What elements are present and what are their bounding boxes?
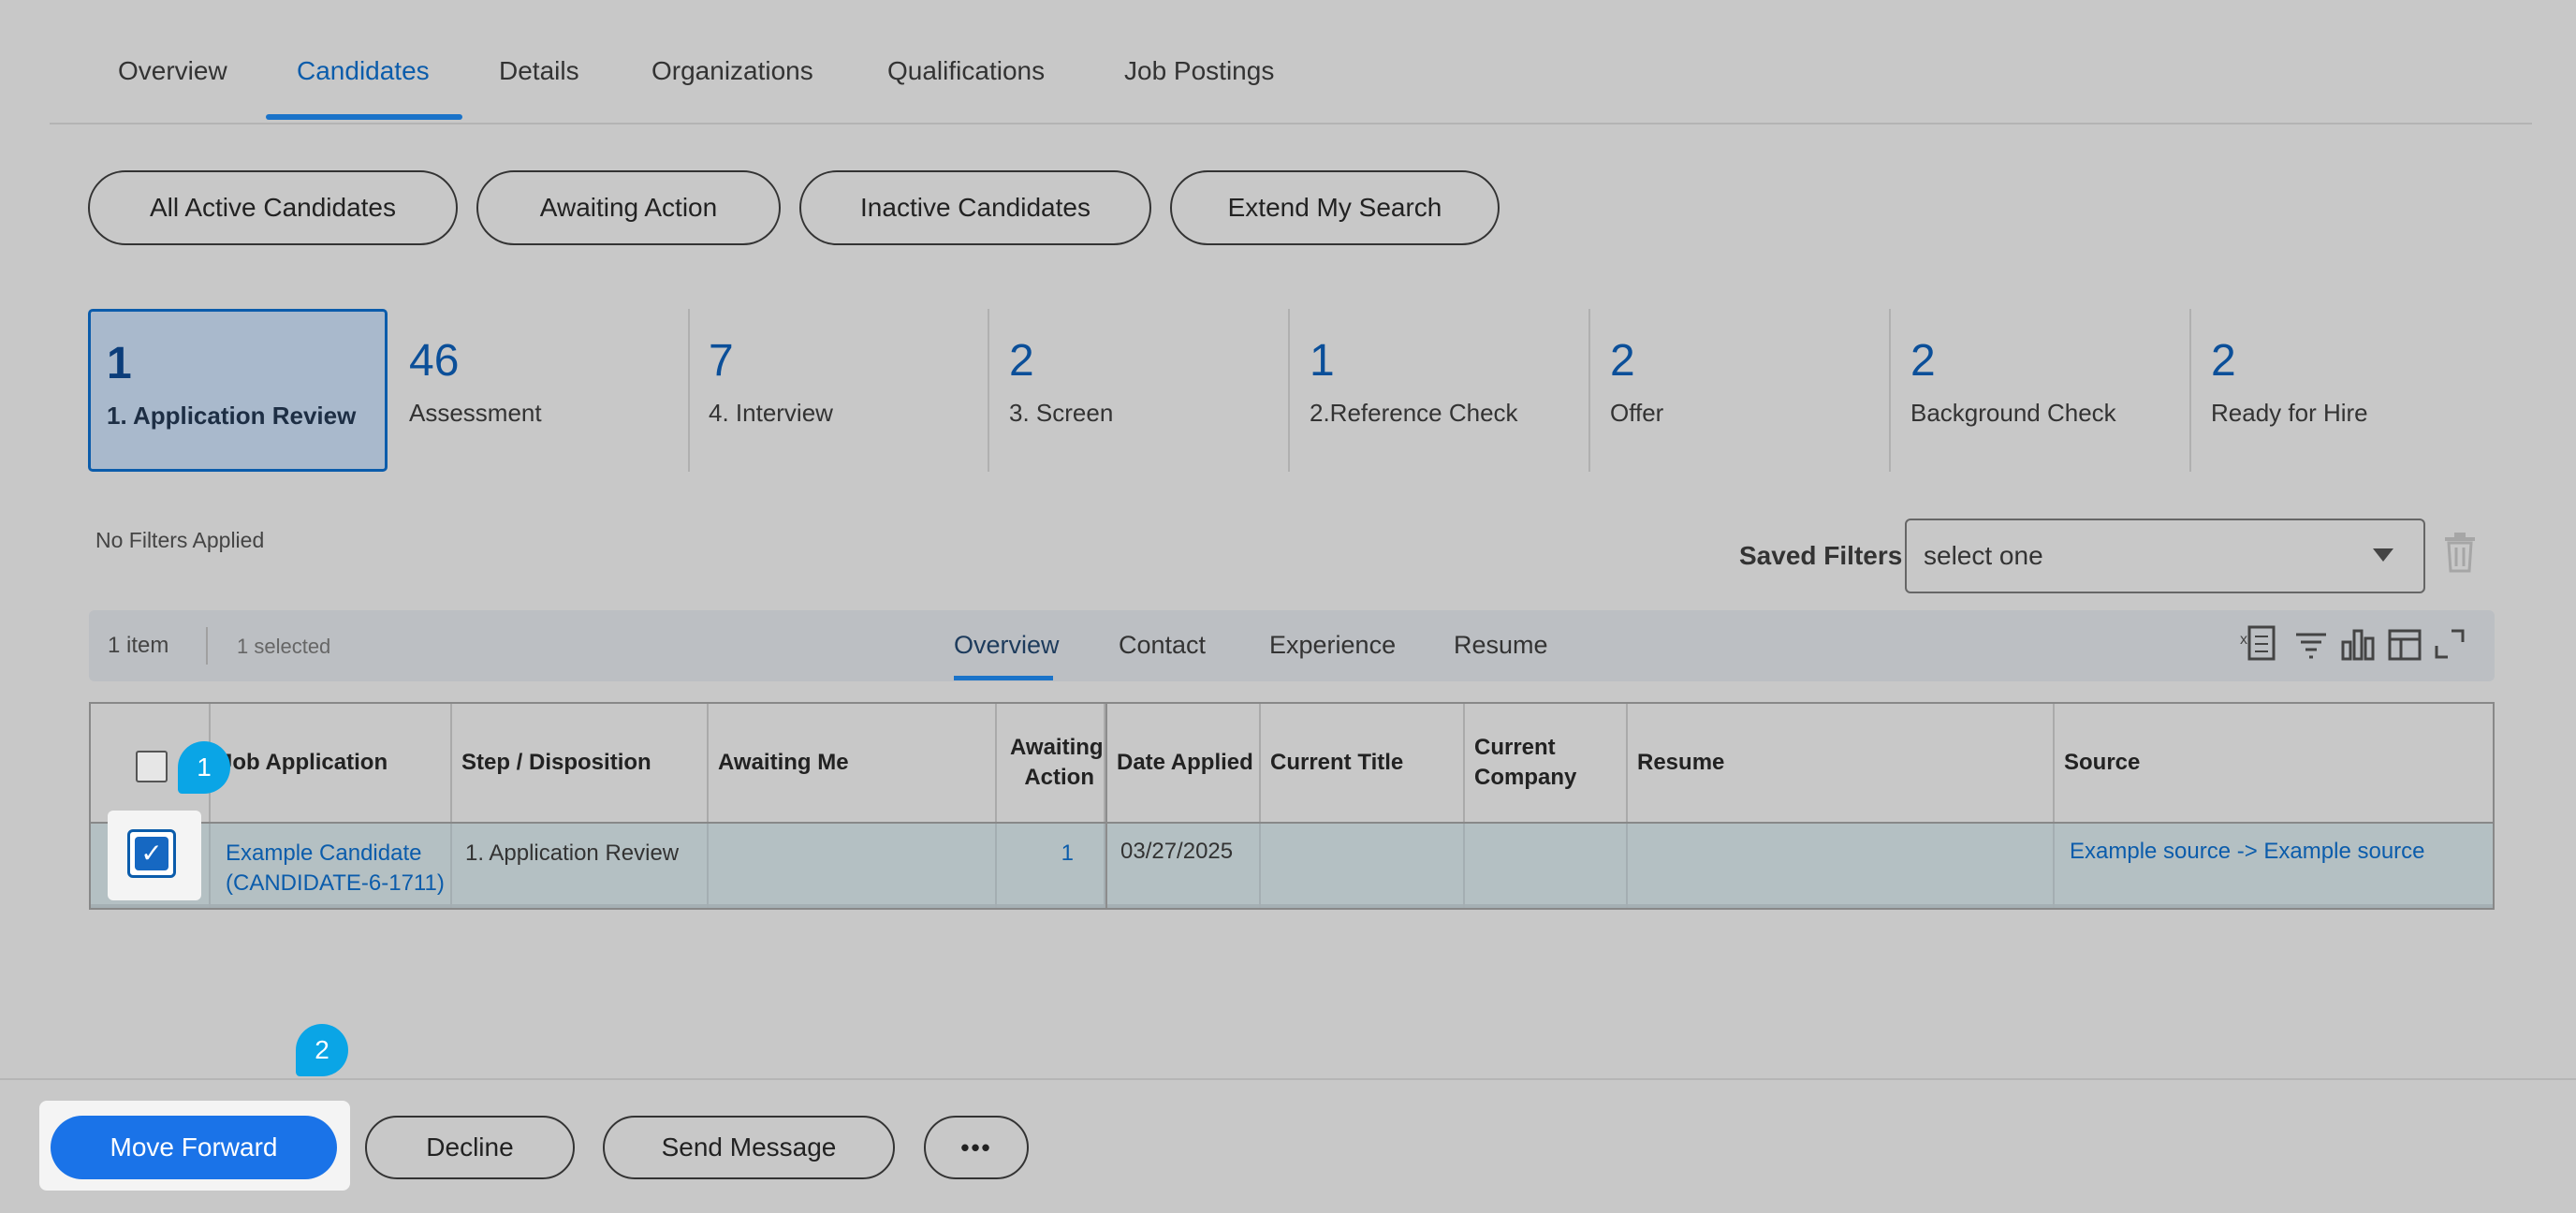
table-tab-contact[interactable]: Contact <box>1119 631 1206 660</box>
active-tab-indicator <box>266 114 462 120</box>
header-awaiting-me[interactable]: Awaiting Me <box>709 704 997 822</box>
stage-label: Background Check <box>1910 399 2116 427</box>
stage-screen[interactable]: 2 3. Screen <box>990 309 1290 472</box>
header-current-title[interactable]: Current Title <box>1261 704 1465 822</box>
table-tab-overview[interactable]: Overview <box>954 631 1060 660</box>
saved-filters-label: Saved Filters <box>1739 541 1903 570</box>
tab-candidates[interactable]: Candidates <box>297 56 430 86</box>
stage-label: 2.Reference Check <box>1310 399 1518 427</box>
header-current-company[interactable]: Current Company <box>1465 704 1628 822</box>
candidates-table: Job Application Step / Disposition Await… <box>89 702 2495 910</box>
fullscreen-icon[interactable] <box>2431 623 2468 669</box>
inactive-candidates-button[interactable]: Inactive Candidates <box>799 170 1151 245</box>
decline-button[interactable]: Decline <box>365 1116 575 1179</box>
step-marker-number: 1 <box>197 753 212 782</box>
bottom-divider <box>0 1078 2576 1080</box>
saved-filters-select[interactable]: select one <box>1905 519 2425 593</box>
chart-icon[interactable] <box>2339 623 2377 669</box>
move-forward-button[interactable]: Move Forward <box>51 1116 337 1179</box>
trash-icon[interactable] <box>2443 532 2477 577</box>
extend-my-search-button[interactable]: Extend My Search <box>1170 170 1500 245</box>
awaiting-action-link[interactable]: 1 <box>997 824 1105 908</box>
table-tab-resume[interactable]: Resume <box>1454 631 1548 660</box>
more-actions-button[interactable]: ••• <box>924 1116 1029 1179</box>
column-layout-icon[interactable] <box>2386 623 2423 669</box>
header-current-company-label: Current Company <box>1474 735 1577 790</box>
table-tab-experience[interactable]: Experience <box>1269 631 1396 660</box>
awaiting-action-button[interactable]: Awaiting Action <box>476 170 781 245</box>
resume-cell <box>1628 824 2055 908</box>
stage-count: 7 <box>709 336 734 386</box>
active-tab-indicator <box>954 676 1053 680</box>
tab-overview[interactable]: Overview <box>118 56 227 86</box>
stage-count: 2 <box>1610 336 1635 386</box>
stage-count: 1 <box>107 339 132 388</box>
header-awaiting-action-label: Awaiting Action <box>1010 735 1104 790</box>
filter-icon[interactable] <box>2292 623 2330 669</box>
divider <box>206 627 208 665</box>
checkmark-icon: ✓ <box>135 837 168 870</box>
select-all-checkbox[interactable] <box>136 751 168 782</box>
selected-count: 1 selected <box>237 635 331 658</box>
no-filters-text: No Filters Applied <box>95 528 265 552</box>
stage-count: 2 <box>1910 336 1936 386</box>
stage-interview[interactable]: 7 4. Interview <box>690 309 989 472</box>
chevron-down-icon <box>2373 548 2393 562</box>
step-marker-2: 2 <box>296 1024 348 1076</box>
row-checkbox[interactable]: ✓ <box>127 829 176 878</box>
saved-filters-value: select one <box>1924 541 2043 570</box>
frozen-column-divider <box>1105 704 1107 908</box>
stage-label: 1. Application Review <box>107 402 357 430</box>
stage-count: 1 <box>1310 336 1335 386</box>
stage-label: Assessment <box>409 399 542 427</box>
send-message-button[interactable]: Send Message <box>603 1116 895 1179</box>
stage-label: 3. Screen <box>1009 399 1114 427</box>
stage-background-check[interactable]: 2 Background Check <box>1892 309 2191 472</box>
stage-count: 2 <box>2211 336 2236 386</box>
header-source[interactable]: Source <box>2055 704 2493 822</box>
stage-assessment[interactable]: 46 Assessment <box>390 309 690 472</box>
stage-application-review[interactable]: 1 1. Application Review <box>88 309 388 472</box>
stage-label: Offer <box>1610 399 1664 427</box>
item-count: 1 item <box>108 633 169 658</box>
tab-job-postings[interactable]: Job Postings <box>1124 56 1274 86</box>
stage-ready-for-hire[interactable]: 2 Ready for Hire <box>2192 309 2492 472</box>
step-marker-number: 2 <box>315 1035 329 1064</box>
stage-label: Ready for Hire <box>2211 399 2368 427</box>
all-active-candidates-button[interactable]: All Active Candidates <box>88 170 458 245</box>
tab-qualifications[interactable]: Qualifications <box>887 56 1045 86</box>
header-job-application[interactable]: Job Application <box>211 704 452 822</box>
header-awaiting-action[interactable]: Awaiting Action <box>997 704 1105 822</box>
current-title-cell <box>1261 824 1465 908</box>
step-disposition-cell: 1. Application Review <box>452 824 709 908</box>
header-date-applied[interactable]: Date Applied <box>1107 704 1261 822</box>
stage-reference-check[interactable]: 1 2.Reference Check <box>1291 309 1590 472</box>
tab-organizations[interactable]: Organizations <box>651 56 813 86</box>
awaiting-me-cell <box>709 824 997 908</box>
table-toolbar: 1 item 1 selected Overview Contact Exper… <box>89 610 2495 681</box>
svg-text:x: x <box>2240 632 2247 648</box>
export-excel-icon[interactable]: x <box>2240 623 2277 669</box>
job-application-link[interactable]: Example Candidate (CANDIDATE-6-1711) <box>211 824 452 908</box>
stage-offer[interactable]: 2 Offer <box>1591 309 1891 472</box>
stage-count: 46 <box>409 336 460 386</box>
header-step-disposition[interactable]: Step / Disposition <box>452 704 709 822</box>
table-row[interactable]: Example Candidate (CANDIDATE-6-1711) 1. … <box>91 824 2493 908</box>
stage-count: 2 <box>1009 336 1034 386</box>
date-applied-cell: 03/27/2025 <box>1107 824 1261 908</box>
source-link[interactable]: Example source -> Example source <box>2055 824 2493 908</box>
header-resume[interactable]: Resume <box>1628 704 2055 822</box>
current-company-cell <box>1465 824 1628 908</box>
step-marker-1: 1 <box>178 741 230 794</box>
tab-details[interactable]: Details <box>499 56 579 86</box>
stage-label: 4. Interview <box>709 399 833 427</box>
top-tab-bar: Overview Candidates Details Organization… <box>50 0 2532 124</box>
